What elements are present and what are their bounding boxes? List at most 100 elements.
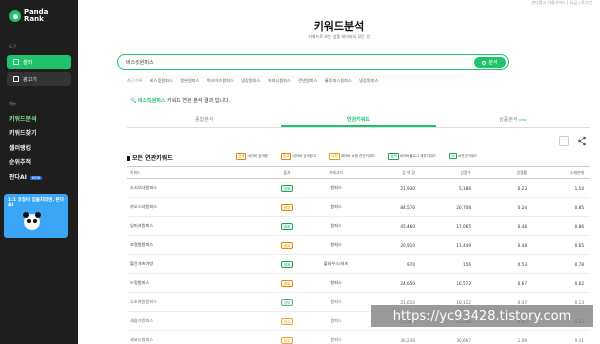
category-cell: 원피스	[307, 330, 365, 344]
source-badge: 검색	[280, 222, 294, 230]
source-cell: 검색	[267, 216, 307, 236]
menu-item-rank-tracking[interactable]: 순위추적	[9, 157, 31, 166]
analyze-button[interactable]: 분석	[474, 57, 506, 68]
source-cell: 검색	[267, 254, 307, 274]
panda-logo-icon	[9, 10, 21, 22]
recent-item[interactable]: 린넨원피스	[298, 78, 317, 83]
share-icon[interactable]	[577, 136, 587, 146]
tab-overall[interactable]: 종합분석	[127, 114, 281, 127]
keyword-cell: 소시오다원피스	[127, 178, 267, 198]
col-ratio[interactable]: 경쟁률	[477, 166, 533, 179]
table-header-row: 키워드 출처 카테고리 검 색 량 상품수 경쟁률 소재판매	[127, 166, 590, 179]
legend-item: AI AI연관키워드	[449, 153, 478, 159]
volume-cell: 970	[365, 254, 421, 274]
search-input[interactable]	[126, 59, 426, 65]
recent-item[interactable]: 냉장원피스	[359, 78, 378, 83]
menu-item-keyword-analysis[interactable]: 키워드분석	[9, 114, 37, 123]
keyword-cell: 새슬기원피스	[127, 311, 267, 331]
result-suffix: 키워드 연관 분석 결과 입니다.	[167, 98, 231, 104]
source-badge: 광고	[280, 279, 294, 287]
ratio-cell: 0.23	[477, 178, 533, 198]
source-badge: 검색	[280, 260, 294, 268]
sidebar-button-ads[interactable]: 광고기	[7, 72, 71, 86]
menu-item-panda-ai[interactable]: 판다AI NEW	[9, 172, 43, 181]
source-badge: 검색	[280, 184, 294, 192]
recent-item[interactable]: 냉장원피스	[241, 78, 260, 83]
sidebar-button-label: 셀러	[23, 59, 33, 66]
volume-cell: 21,930	[365, 178, 421, 198]
source-cell: 광고	[267, 311, 307, 331]
ratio-cell: 0.48	[477, 216, 533, 236]
tab-related-keywords[interactable]: 연관키워드	[281, 114, 436, 127]
legend-item: 광고 네이버 검색광고	[281, 153, 317, 160]
sales-cell: 0.78	[533, 254, 590, 274]
source-cell: 광고	[267, 330, 307, 344]
sidebar: Panda Rank 도구 셀러 광고기 메뉴 키워드분석 키워드찾기 셀러랭킹…	[0, 0, 78, 344]
category-cell: 원피스	[307, 311, 365, 331]
source-cell: 광고	[267, 197, 307, 217]
sales-cell: 0.62	[533, 273, 590, 293]
category-cell: 원피스	[307, 216, 365, 236]
category-cell: 원피스	[307, 292, 365, 312]
sales-cell: 0.11	[533, 330, 590, 344]
new-badge: NEW	[29, 175, 43, 180]
page-title: 키워드분석	[313, 20, 365, 33]
logo[interactable]: Panda Rank	[9, 9, 48, 23]
recent-item[interactable]: 저지니원피스	[268, 78, 291, 83]
category-cell: 원피스	[307, 235, 365, 255]
products-cell: 5,188	[421, 178, 477, 198]
source-cell: 광고	[267, 273, 307, 293]
table-row[interactable]: 가오스셔원피스 광고 원피스 84,570 20,708 0.24 0.85	[127, 197, 590, 217]
section-title: 모든 연관키워드	[127, 153, 173, 162]
col-products[interactable]: 상품수	[421, 166, 477, 179]
table-row[interactable]: 드멋원피스 광고 원피스 24,650 16,572 0.67 0.62	[127, 273, 590, 293]
table-row[interactable]: 볼간셔츠아방 검색 블라우스/셔츠 970 156 0.53 0.78	[127, 254, 590, 274]
table-row[interactable]: 세코드원피스 광고 원피스 30,230 30,667 1.09 0.11	[127, 330, 590, 344]
category-cell: 원피스	[307, 273, 365, 293]
ratio-cell: 0.53	[477, 254, 533, 274]
menu-item-seller-ranking[interactable]: 셀러랭킹	[9, 143, 31, 152]
promo-text: 1:1 코칭이 있을지라면, 판다AI	[8, 198, 64, 208]
source-cell: 광고	[267, 235, 307, 255]
page-subtitle: 키워드로 보는 상품 데이터의 모든 것	[308, 34, 370, 39]
col-sales[interactable]: 소재판매	[533, 166, 590, 179]
category-cell: 원피스	[307, 178, 365, 198]
recent-item[interactable]: 롱투피스원피스	[325, 78, 352, 83]
products-cell: 11,449	[421, 235, 477, 255]
recent-item[interactable]: 빅사이즈원피스	[207, 78, 234, 83]
table-row[interactable]: 잉미셔원피스 검색 원피스 45,460 17,065 0.48 0.86	[127, 216, 590, 236]
source-cell: 검색	[267, 178, 307, 198]
category-cell: 블라우스/셔츠	[307, 254, 365, 274]
recent-item[interactable]: 비스킷원피스	[150, 78, 173, 83]
menu-item-keyword-finder[interactable]: 키워드찾기	[9, 128, 37, 137]
keyword-cell: 세코드원피스	[127, 330, 267, 344]
table-row[interactable]: 조명원원피스 광고 원피스 20,910 11,449 0.48 0.65	[127, 235, 590, 255]
source-badge: 광고	[280, 317, 294, 325]
new-label: new	[519, 118, 527, 122]
col-source[interactable]: 출처	[267, 166, 307, 179]
volume-cell: 84,570	[365, 197, 421, 217]
tab-product-analysis[interactable]: 상품분석 new	[436, 114, 590, 127]
search-result-icon: 🔍	[130, 98, 137, 104]
top-links[interactable]: 판다랭크 이용가이드 | 요금 | 로그인	[531, 0, 592, 6]
search-icon	[482, 60, 487, 65]
excel-download-icon[interactable]	[559, 136, 569, 146]
recent-item[interactable]: 원본원피스	[180, 78, 199, 83]
col-volume[interactable]: 검 색 량	[365, 166, 421, 179]
table-row[interactable]: 소시오다원피스 검색 원피스 21,930 5,188 0.23 1.54	[127, 178, 590, 198]
recent-label: 최근기록	[127, 78, 143, 83]
sidebar-button-seller[interactable]: 셀러	[7, 55, 71, 69]
sales-cell: 0.65	[533, 235, 590, 255]
keyword-cell: 볼간셔츠아방	[127, 254, 267, 274]
col-keyword[interactable]: 키워드	[127, 166, 267, 179]
legend-item: 검색 네이버 검색량	[236, 153, 268, 160]
products-cell: 30,667	[421, 330, 477, 344]
seller-icon	[13, 59, 19, 65]
keyword-cell: 가오스셔원피스	[127, 197, 267, 217]
result-keyword: 비스킷원피스	[137, 98, 166, 104]
col-category[interactable]: 카테고리	[307, 166, 365, 179]
products-cell: 16,572	[421, 273, 477, 293]
menu-item-label: 판다AI	[9, 174, 27, 181]
result-message: 🔍 비스킷원피스 키워드 연관 분석 결과 입니다.	[130, 97, 230, 104]
products-cell: 20,708	[421, 197, 477, 217]
